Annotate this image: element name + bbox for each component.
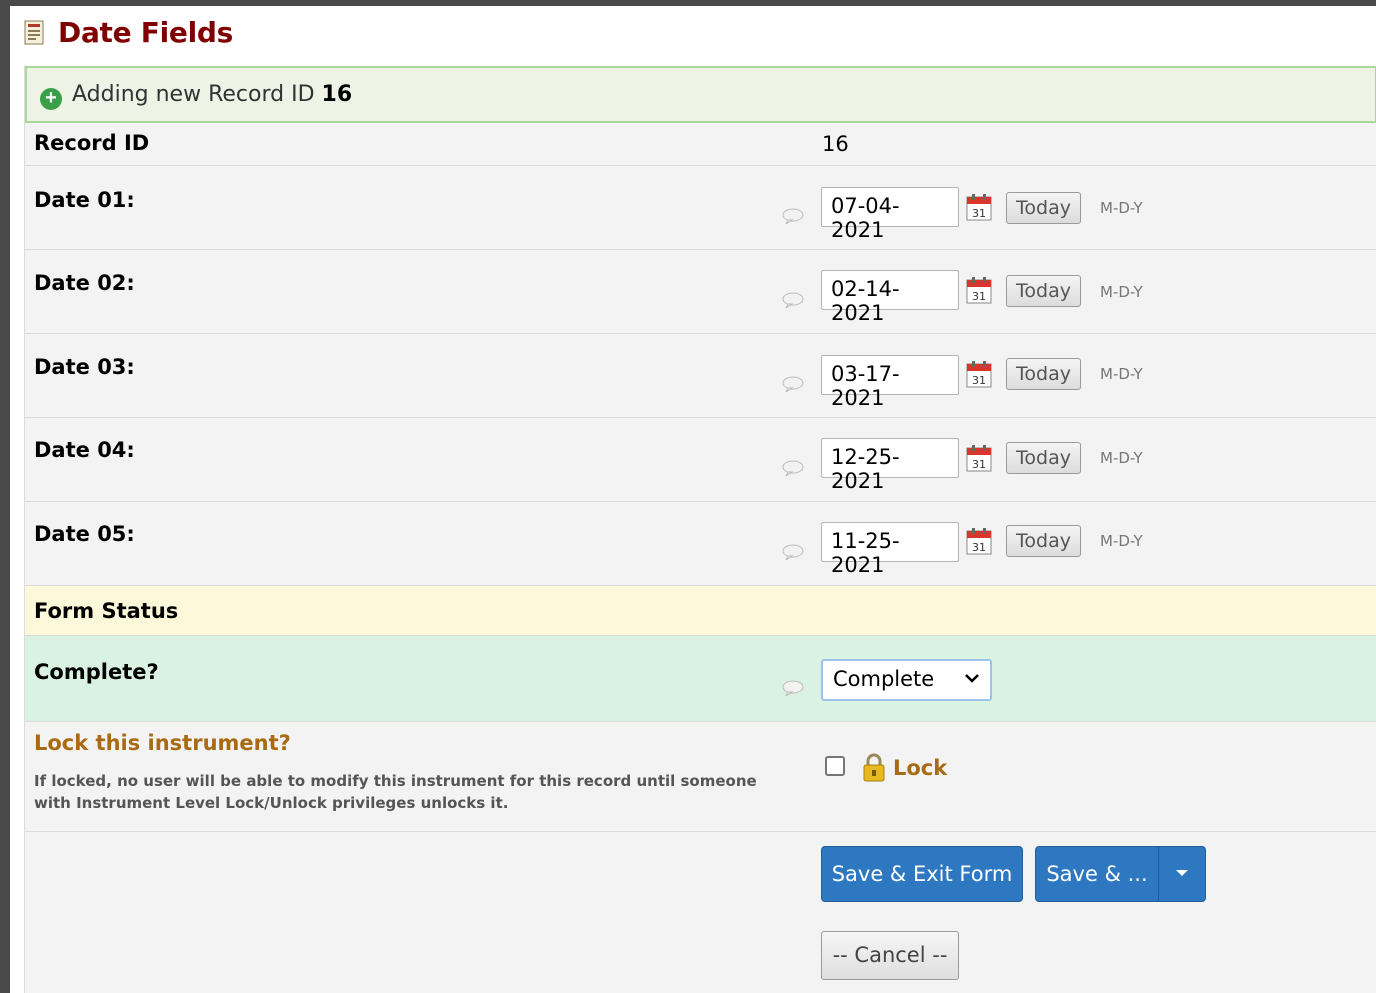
svg-text:31: 31: [972, 541, 986, 554]
comment-bubble-icon[interactable]: [782, 460, 804, 476]
date-input[interactable]: 02-14-2021: [821, 270, 959, 325]
record-id-label: Record ID: [34, 131, 150, 155]
calendar-icon[interactable]: 31: [966, 360, 992, 388]
calendar-icon[interactable]: 31: [966, 527, 992, 555]
page-header: Date Fields: [24, 14, 233, 50]
comment-bubble-icon[interactable]: [782, 376, 804, 392]
lock-checkbox[interactable]: [825, 756, 845, 776]
today-button[interactable]: Today: [1006, 525, 1081, 557]
form-icon: [24, 20, 44, 45]
today-button[interactable]: Today: [1006, 358, 1081, 390]
record-id-value: 16: [822, 132, 849, 156]
date-label: Date 03:: [34, 355, 135, 379]
complete-label: Complete?: [34, 660, 159, 684]
date-row: Date 03: 03-17-2021 31 Today M-D-Y: [25, 334, 1376, 418]
today-button[interactable]: Today: [1006, 192, 1081, 224]
comment-bubble-icon[interactable]: [782, 208, 804, 224]
date-input[interactable]: 07-04-2021: [821, 187, 959, 242]
page: Date Fields + Adding new Record ID 16 Re…: [10, 6, 1376, 993]
notice-record-id: 16: [321, 82, 353, 107]
today-button[interactable]: Today: [1006, 275, 1081, 307]
date-format-hint: M-D-Y: [1100, 365, 1143, 383]
comment-bubble-icon[interactable]: [782, 544, 804, 560]
today-button[interactable]: Today: [1006, 442, 1081, 474]
lock-icon: [863, 753, 885, 782]
svg-text:31: 31: [972, 374, 986, 387]
date-label: Date 02:: [34, 271, 135, 295]
svg-text:31: 31: [972, 207, 986, 220]
date-format-hint: M-D-Y: [1100, 199, 1143, 217]
complete-row: Complete?: [25, 636, 1376, 722]
form-status-label: Form Status: [34, 599, 179, 623]
notice-text: Adding new Record ID 16: [72, 82, 352, 107]
complete-status-select[interactable]: Complete: [821, 659, 992, 701]
calendar-icon[interactable]: 31: [966, 276, 992, 304]
calendar-icon[interactable]: 31: [966, 444, 992, 472]
date-format-hint: M-D-Y: [1100, 532, 1143, 550]
svg-text:31: 31: [972, 458, 986, 471]
notice-prefix: Adding new Record ID: [72, 82, 315, 107]
lock-note: If locked, no user will be able to modif…: [34, 772, 757, 812]
new-record-notice: + Adding new Record ID 16: [25, 66, 1376, 123]
save-exit-button[interactable]: Save & Exit Form: [821, 846, 1023, 902]
chevron-down-icon: [965, 674, 979, 683]
comment-bubble-icon[interactable]: [782, 292, 804, 308]
lock-title: Lock this instrument?: [34, 731, 291, 755]
date-format-hint: M-D-Y: [1100, 283, 1143, 301]
data-entry-form: + Adding new Record ID 16 Record ID 16 D…: [24, 66, 1376, 993]
date-format-hint: M-D-Y: [1100, 449, 1143, 467]
add-icon: +: [40, 88, 62, 110]
calendar-icon[interactable]: 31: [966, 193, 992, 221]
date-row: Date 02: 02-14-2021 31 Today M-D-Y: [25, 250, 1376, 334]
date-row: Date 04: 12-25-2021 31 Today M-D-Y: [25, 418, 1376, 502]
comment-bubble-icon[interactable]: [782, 680, 804, 696]
date-label: Date 04:: [34, 438, 135, 462]
cancel-button[interactable]: -- Cancel --: [821, 931, 959, 980]
lock-label: Lock: [893, 756, 948, 780]
date-label: Date 01:: [34, 188, 135, 212]
date-label: Date 05:: [34, 522, 135, 546]
date-row: Date 01: 07-04-2021 31 Today M-D-Y: [25, 166, 1376, 250]
form-status-header: Form Status: [25, 586, 1376, 636]
date-row: Date 05: 11-25-2021 31 Today M-D-Y: [25, 502, 1376, 586]
date-input[interactable]: 03-17-2021: [821, 355, 959, 410]
record-id-row: Record ID 16: [25, 123, 1376, 166]
page-title: Date Fields: [58, 15, 233, 49]
save-more-button[interactable]: Save & ...: [1035, 846, 1159, 902]
complete-status-value: Complete: [833, 667, 935, 691]
date-input[interactable]: 11-25-2021: [821, 522, 959, 577]
date-input[interactable]: 12-25-2021: [821, 438, 959, 493]
save-options-dropdown[interactable]: [1158, 846, 1206, 902]
svg-text:31: 31: [972, 290, 986, 303]
caret-down-icon: [1176, 870, 1188, 876]
